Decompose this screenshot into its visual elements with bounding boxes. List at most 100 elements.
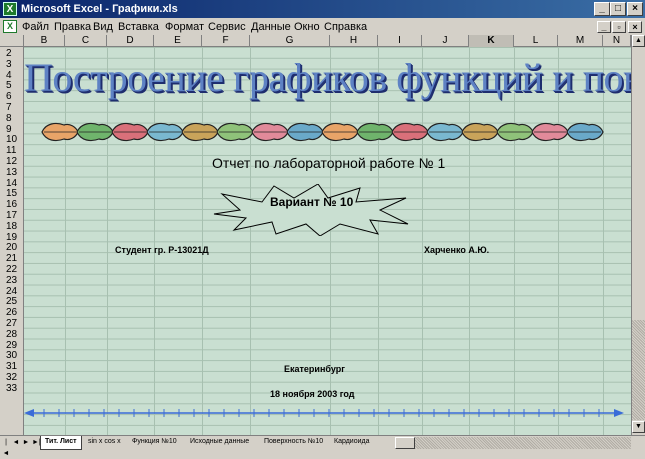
row-header[interactable]: 24 — [0, 286, 23, 297]
doc-close-button[interactable]: × — [628, 21, 642, 33]
column-header[interactable]: C — [65, 35, 107, 47]
row-header[interactable]: 28 — [0, 329, 23, 340]
row-header[interactable]: 13 — [0, 167, 23, 178]
leaf-icon — [496, 122, 534, 142]
row-header[interactable]: 9 — [0, 124, 23, 135]
maximize-button[interactable]: □ — [610, 2, 626, 16]
column-header[interactable]: L — [514, 35, 558, 47]
column-header[interactable]: E — [154, 35, 202, 47]
row-header[interactable]: 4 — [0, 70, 23, 81]
explosion-shape[interactable] — [210, 184, 410, 236]
row-header[interactable]: 17 — [0, 210, 23, 221]
tab-cardioid[interactable]: Кардиоида — [330, 436, 373, 449]
grid-line — [469, 47, 470, 435]
leaf-icon — [76, 122, 114, 142]
row-header[interactable]: 10 — [0, 134, 23, 145]
row-header[interactable]: 31 — [0, 361, 23, 372]
doc-minimize-button[interactable]: _ — [597, 21, 611, 33]
menu-tools[interactable]: Сервис — [208, 20, 246, 34]
column-header[interactable]: N — [603, 35, 631, 47]
scroll-up-arrow-icon[interactable]: ▲ — [632, 35, 645, 47]
leaf-icon — [531, 122, 569, 142]
leaf-border-decoration — [41, 122, 604, 142]
row-header[interactable]: 3 — [0, 59, 23, 70]
close-button[interactable]: × — [627, 2, 643, 16]
window-title: Microsoft Excel - Графики.xls — [21, 3, 178, 15]
menu-view[interactable]: Вид — [93, 20, 113, 34]
row-header[interactable]: 5 — [0, 80, 23, 91]
row-header[interactable]: 12 — [0, 156, 23, 167]
row-header[interactable]: 7 — [0, 102, 23, 113]
leaf-icon — [426, 122, 464, 142]
row-header[interactable]: 22 — [0, 264, 23, 275]
scroll-down-arrow-icon[interactable]: ▼ — [632, 421, 645, 433]
menu-format[interactable]: Формат — [165, 20, 204, 34]
row-header[interactable]: 30 — [0, 350, 23, 361]
menu-window[interactable]: Окно — [294, 20, 320, 34]
menu-help[interactable]: Справка — [324, 20, 367, 34]
row-header[interactable]: 25 — [0, 296, 23, 307]
row-header[interactable]: 8 — [0, 113, 23, 124]
horizontal-scrollbar[interactable] — [395, 437, 631, 449]
excel-icon[interactable]: X — [3, 2, 17, 16]
row-header[interactable]: 11 — [0, 145, 23, 156]
workbook-icon[interactable]: X — [3, 20, 17, 33]
city-label: Екатеринбург — [284, 364, 345, 374]
column-header[interactable]: B — [24, 35, 65, 47]
column-header[interactable]: D — [107, 35, 154, 47]
grid-line — [514, 47, 515, 435]
scroll-thumb[interactable] — [632, 320, 645, 420]
column-header[interactable]: G — [250, 35, 330, 47]
vertical-scrollbar[interactable]: ▲ ▼ — [631, 35, 645, 435]
last-sheet-icon[interactable]: ►| — [32, 437, 41, 448]
worksheet-grid[interactable]: Построение графиков функций и поверхност… — [24, 47, 631, 435]
row-header[interactable]: 16 — [0, 199, 23, 210]
tab-source-data[interactable]: Исходные данные — [186, 436, 253, 449]
grid-line — [250, 47, 251, 435]
next-sheet-icon[interactable]: ► — [22, 437, 30, 448]
tab-function-10[interactable]: Функция №10 — [128, 436, 181, 449]
column-header[interactable]: H — [330, 35, 378, 47]
menu-data[interactable]: Данные — [251, 20, 291, 34]
menu-file[interactable]: Файл — [22, 20, 49, 34]
row-header[interactable]: 15 — [0, 188, 23, 199]
doc-restore-button[interactable]: ▫ — [612, 21, 626, 33]
row-header[interactable]: 23 — [0, 275, 23, 286]
leaf-icon — [181, 122, 219, 142]
row-header[interactable]: 27 — [0, 318, 23, 329]
wordart-title[interactable]: Построение графиков функций и поверхност… — [24, 55, 631, 101]
column-header[interactable]: J — [422, 35, 469, 47]
grid-line — [378, 47, 379, 435]
row-header[interactable]: 14 — [0, 178, 23, 189]
row-header[interactable]: 19 — [0, 232, 23, 243]
row-header[interactable]: 32 — [0, 372, 23, 383]
column-header[interactable]: F — [202, 35, 250, 47]
row-header[interactable]: 6 — [0, 91, 23, 102]
grid-line — [422, 47, 423, 435]
first-sheet-icon[interactable]: |◄ — [2, 437, 10, 457]
column-header[interactable]: I — [378, 35, 422, 47]
tab-sin-cos[interactable]: sin x cos x — [84, 436, 125, 449]
grid-line — [65, 47, 66, 435]
axis-line-decoration — [24, 409, 624, 417]
leaf-icon — [286, 122, 324, 142]
row-header[interactable]: 18 — [0, 221, 23, 232]
tab-surface-10[interactable]: Поверхность №10 — [260, 436, 327, 449]
menu-edit[interactable]: Правка — [54, 20, 91, 34]
row-header[interactable]: 21 — [0, 253, 23, 264]
column-header[interactable]: M — [558, 35, 603, 47]
row-header[interactable]: 20 — [0, 242, 23, 253]
row-header[interactable]: 2 — [0, 48, 23, 59]
row-header[interactable]: 33 — [0, 383, 23, 394]
menu-insert[interactable]: Вставка — [118, 20, 159, 34]
row-header[interactable]: 29 — [0, 340, 23, 351]
column-headers: B C D E F G H I J K L M N — [0, 35, 645, 47]
minimize-button[interactable]: _ — [594, 2, 610, 16]
column-header-selected[interactable]: K — [469, 35, 514, 47]
row-header[interactable]: 26 — [0, 307, 23, 318]
leaf-icon — [41, 122, 79, 142]
prev-sheet-icon[interactable]: ◄ — [12, 437, 20, 448]
select-all-corner[interactable] — [0, 35, 24, 47]
horizontal-scroll-thumb[interactable] — [395, 437, 415, 449]
tab-title-sheet[interactable]: Тит. Лист — [40, 436, 82, 450]
